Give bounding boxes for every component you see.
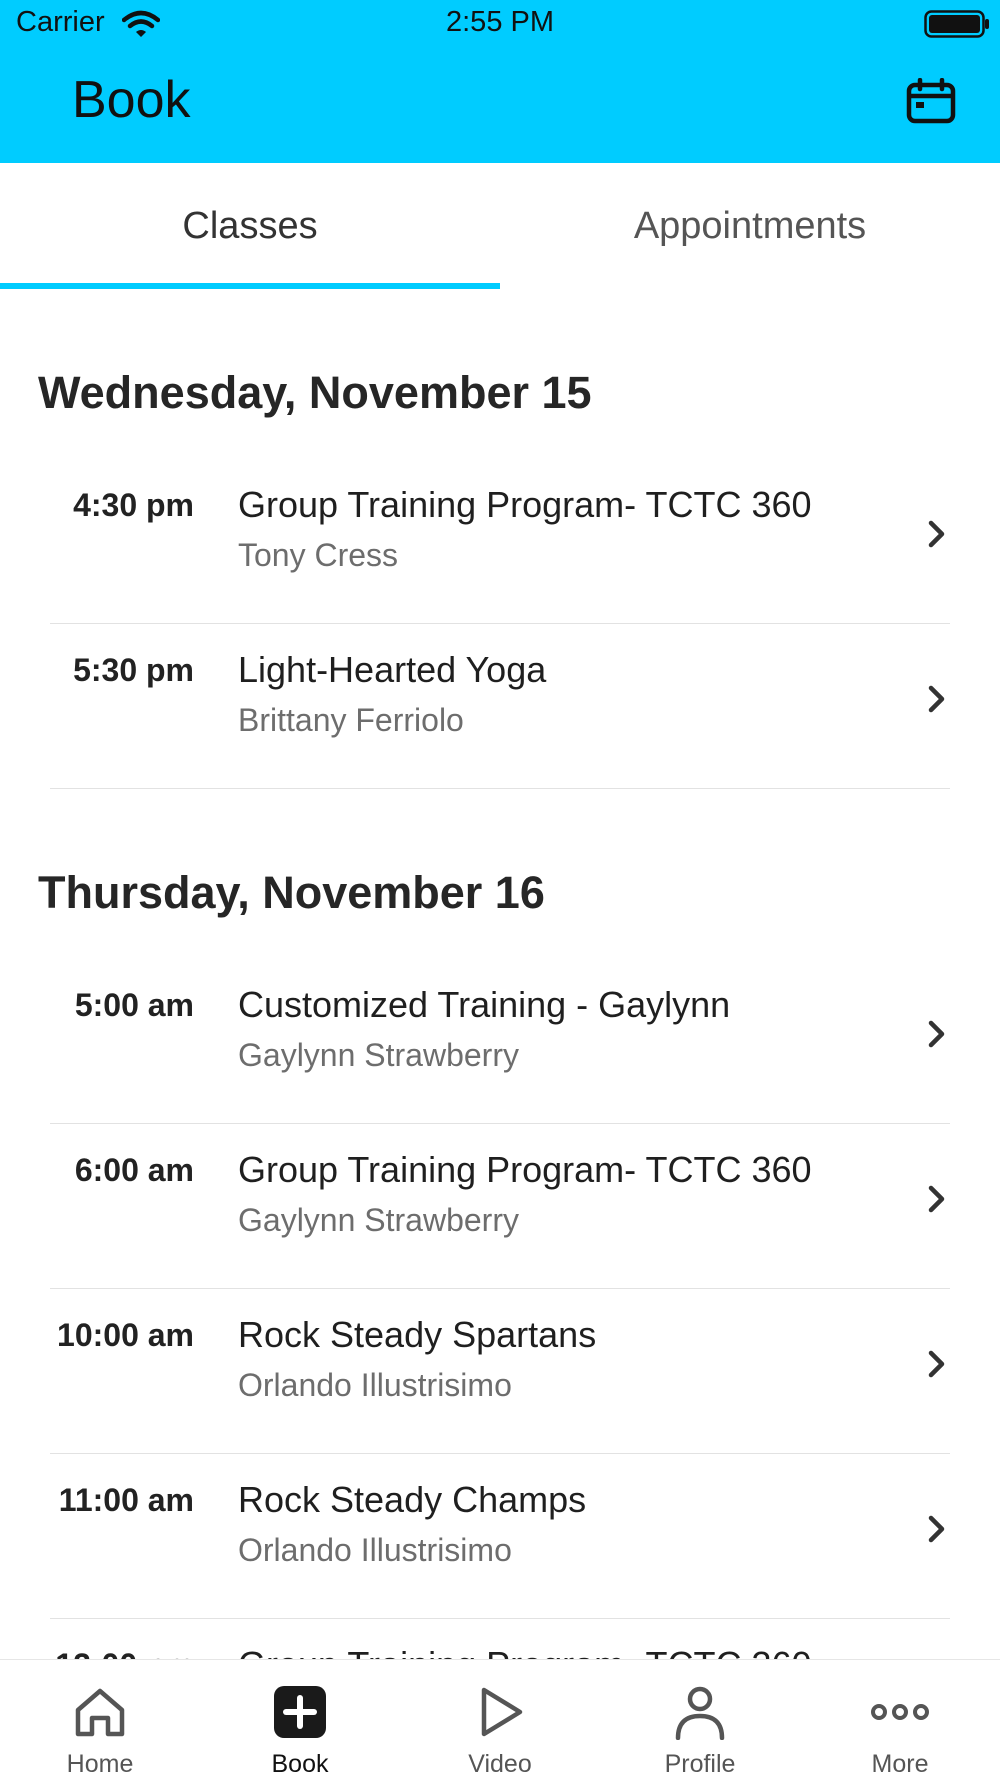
class-time: 11:00 am xyxy=(58,1482,194,1518)
class-row[interactable]: 12:00 pm Group Training Program- TCTC 36… xyxy=(50,1619,950,1659)
class-name: Rock Steady Spartans xyxy=(238,1314,597,1355)
person-icon xyxy=(675,1686,725,1740)
nav-video-label: Video xyxy=(468,1750,532,1778)
plus-square-icon xyxy=(274,1686,326,1738)
class-row[interactable]: 6:00 am Group Training Program- TCTC 360… xyxy=(50,1124,950,1289)
nav-more-label: More xyxy=(871,1750,929,1778)
class-name: Customized Training - Gaylynn xyxy=(238,984,731,1025)
tab-appointments-label: Appointments xyxy=(633,204,867,247)
class-instructor: Orlando Illustrisimo xyxy=(238,1532,512,1568)
chevron-right-icon xyxy=(928,1185,945,1213)
tab-bar: Classes Appointments xyxy=(0,163,1000,289)
class-name: Group Training Program- TCTC 360 xyxy=(238,1149,812,1190)
class-name: Group Training Program- TCTC 360 xyxy=(238,1644,812,1659)
class-time: 4:30 pm xyxy=(73,487,194,523)
header-bar: Carrier 2:55 PM Book xyxy=(0,0,1000,163)
class-row[interactable]: 11:00 am Rock Steady Champs Orlando Illu… xyxy=(50,1454,950,1619)
nav-profile-label: Profile xyxy=(664,1750,736,1778)
status-bar: Carrier 2:55 PM xyxy=(0,0,1000,46)
day-class-list: 5:00 am Customized Training - Gaylynn Ga… xyxy=(0,959,1000,1659)
nav-home[interactable]: Home xyxy=(0,1660,200,1778)
class-name: Rock Steady Champs xyxy=(238,1479,587,1520)
day-section: Wednesday, November 15 4:30 pm Group Tra… xyxy=(0,369,1000,789)
battery-icon xyxy=(924,10,989,38)
class-row[interactable]: 5:30 pm Light-Hearted Yoga Brittany Ferr… xyxy=(50,624,950,789)
class-time: 5:30 pm xyxy=(73,652,194,688)
class-instructor: Orlando Illustrisimo xyxy=(238,1367,512,1403)
class-name: Light-Hearted Yoga xyxy=(238,649,547,690)
class-instructor: Gaylynn Strawberry xyxy=(238,1037,519,1073)
home-icon xyxy=(75,1688,125,1737)
nav-video[interactable]: Video xyxy=(400,1660,600,1778)
class-schedule-list[interactable]: Wednesday, November 15 4:30 pm Group Tra… xyxy=(0,289,1000,1659)
class-instructor: Tony Cress xyxy=(238,537,399,573)
class-time: 5:00 am xyxy=(74,987,194,1023)
calendar-icon xyxy=(906,78,956,124)
class-row[interactable]: 5:00 am Customized Training - Gaylynn Ga… xyxy=(50,959,950,1124)
class-row[interactable]: 4:30 pm Group Training Program- TCTC 360… xyxy=(50,459,950,624)
class-time: 12:00 pm xyxy=(50,1647,194,1659)
day-section: Thursday, November 16 5:00 am Customized… xyxy=(0,869,1000,1659)
nav-book[interactable]: Book xyxy=(200,1660,400,1778)
nav-profile[interactable]: Profile xyxy=(600,1660,800,1778)
more-dots-icon xyxy=(871,1704,929,1720)
tab-classes-label: Classes xyxy=(182,204,318,247)
class-instructor: Gaylynn Strawberry xyxy=(238,1202,519,1238)
tab-appointments[interactable]: Appointments xyxy=(500,163,1000,289)
chevron-right-icon xyxy=(928,685,945,713)
tab-classes[interactable]: Classes xyxy=(0,163,500,289)
class-time: 6:00 am xyxy=(74,1152,194,1188)
chevron-right-icon xyxy=(928,1515,945,1543)
day-heading: Thursday, November 16 xyxy=(38,867,545,918)
class-row[interactable]: 10:00 am Rock Steady Spartans Orlando Il… xyxy=(50,1289,950,1454)
nav-book-label: Book xyxy=(271,1750,329,1778)
app-root: Carrier 2:55 PM Book Classes Appointment… xyxy=(0,0,1000,1778)
class-name: Group Training Program- TCTC 360 xyxy=(238,484,812,525)
page-title: Book xyxy=(72,71,191,129)
class-time: 10:00 am xyxy=(57,1317,194,1353)
status-time: 2:55 PM xyxy=(446,6,554,38)
chevron-right-icon xyxy=(928,1020,945,1048)
nav-home-label: Home xyxy=(66,1750,134,1778)
class-instructor: Brittany Ferriolo xyxy=(238,702,464,738)
bottom-nav: Home Book Video Profile More xyxy=(0,1659,1000,1778)
nav-more[interactable]: More xyxy=(800,1660,1000,1778)
chevron-right-icon xyxy=(928,1350,945,1378)
chevron-right-icon xyxy=(928,520,945,548)
play-icon xyxy=(481,1687,523,1737)
calendar-button[interactable] xyxy=(906,76,956,126)
day-class-list: 4:30 pm Group Training Program- TCTC 360… xyxy=(0,459,1000,789)
day-heading: Wednesday, November 15 xyxy=(38,367,592,418)
